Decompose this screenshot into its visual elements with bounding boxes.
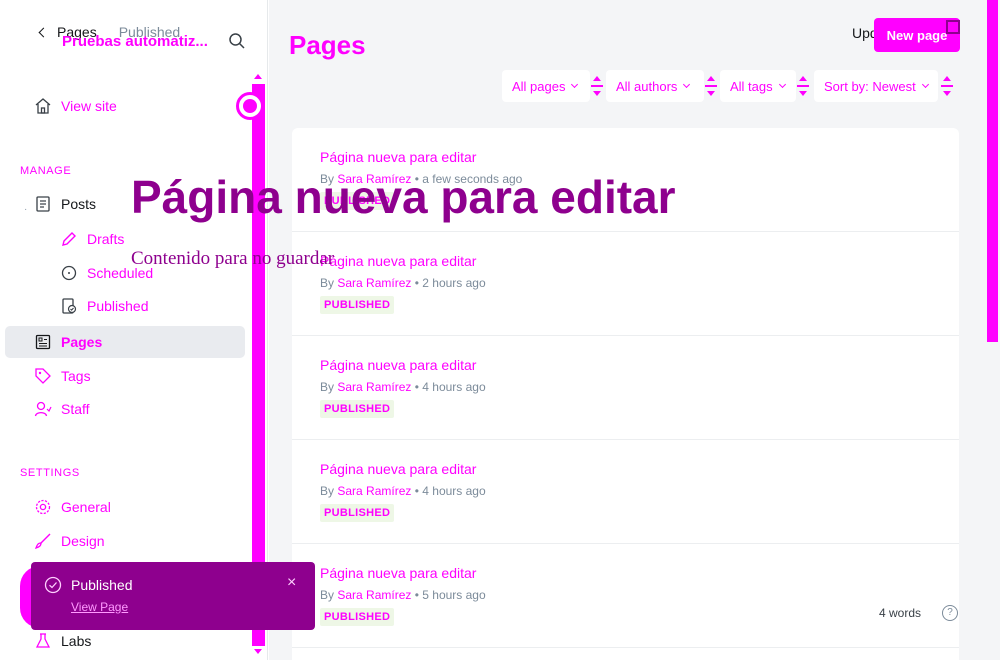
sidebar-item-label: Design [61, 533, 105, 549]
focus-ring-marker [236, 92, 264, 120]
sidebar: Pages Published Pruebas automatiz... Vie… [0, 0, 268, 660]
expand-dot: · [24, 204, 28, 215]
search-icon[interactable] [228, 32, 246, 50]
page-meta: By Sara Ramírez • 5 hours ago [320, 588, 486, 602]
page-meta: By Sara Ramírez • 4 hours ago [320, 484, 486, 498]
toast-notification: Published View Page × [31, 562, 315, 630]
back-chevron-icon [38, 27, 49, 37]
sidebar-item-tags[interactable]: Tags [34, 364, 91, 388]
sidebar-item-label: View site [61, 98, 117, 114]
page-author: Sara Ramírez [337, 276, 412, 290]
filter-stepper-authors[interactable] [705, 72, 717, 100]
page-title: Pages [289, 30, 366, 60]
settings-heading: SETTINGS [20, 467, 80, 479]
brush-icon [34, 533, 51, 550]
page-title-link[interactable]: Página nueva para editar [320, 461, 476, 477]
sidebar-item-label: Staff [61, 401, 90, 417]
sidebar-item-label: General [61, 499, 111, 515]
sidebar-item-general[interactable]: General [34, 495, 111, 519]
page-author: Sara Ramírez [337, 484, 412, 498]
new-page-corner-marker [946, 20, 960, 34]
close-icon[interactable]: × [287, 574, 296, 592]
sidebar-item-labs[interactable]: Labs [34, 629, 91, 653]
gear-icon [35, 499, 51, 515]
editor-title-overlay: Página nueva para editar [131, 171, 676, 223]
main-scrollbar-thumb[interactable] [987, 0, 998, 342]
page-meta: By Sara Ramírez • 2 hours ago [320, 276, 486, 290]
filter-stepper-tags[interactable] [797, 72, 809, 100]
sort-select-label: Sort by: Newest [824, 78, 916, 94]
filter-stepper-pages[interactable] [591, 72, 603, 100]
list-item[interactable]: Página nueva para editar By Sara Ramírez… [292, 544, 959, 648]
sidebar-item-label: Published [87, 298, 149, 314]
sort-stepper[interactable] [941, 72, 953, 100]
page-author: Sara Ramírez [337, 588, 412, 602]
chevron-down-icon [571, 80, 579, 89]
clock-icon [61, 265, 77, 281]
chevron-down-icon [683, 80, 691, 89]
main-scrollbar[interactable] [985, 0, 1000, 660]
check-circle-icon [44, 576, 62, 594]
sidebar-item-posts[interactable]: Posts [34, 192, 96, 216]
filter-all-tags-label: All tags [730, 78, 773, 94]
sidebar-item-label: Posts [61, 196, 97, 212]
flask-icon [35, 633, 51, 648]
sidebar-item-published[interactable]: Published [60, 294, 149, 318]
chevron-down-icon [778, 80, 786, 89]
word-count: 4 words [879, 606, 922, 620]
scroll-up-arrow[interactable] [254, 74, 262, 79]
filter-all-pages[interactable]: All pages [502, 70, 590, 102]
published-doc-icon [62, 298, 77, 314]
filter-all-pages-label: All pages [512, 78, 566, 94]
help-icon[interactable]: ? [942, 605, 958, 621]
sidebar-item-pages[interactable]: Pages [34, 330, 102, 354]
sidebar-item-design[interactable]: Design [34, 529, 105, 553]
status-badge: PUBLISHED [320, 608, 395, 626]
scroll-down-arrow[interactable] [254, 649, 262, 654]
page-meta: By Sara Ramírez • 4 hours ago [320, 380, 486, 394]
chevron-down-icon [921, 80, 929, 89]
list-item[interactable]: Página nueva para editar By Sara Ramírez… [292, 232, 959, 336]
page-author: Sara Ramírez [337, 380, 412, 394]
tag-icon [35, 368, 51, 384]
sidebar-item-label: Pages [61, 334, 103, 350]
pencil-icon [62, 232, 76, 246]
pages-icon [35, 334, 51, 350]
manage-heading: MANAGE [20, 165, 72, 177]
toast-title: Published [71, 577, 133, 593]
sidebar-item-staff[interactable]: Staff [34, 397, 90, 421]
staff-icon [34, 401, 52, 417]
page-title-link[interactable]: Página nueva para editar [320, 357, 476, 373]
sort-select[interactable]: Sort by: Newest [814, 70, 938, 102]
page-title-link[interactable]: Página nueva para editar [320, 253, 476, 269]
list-item[interactable]: Página nueva para editar By Sara Ramírez… [292, 440, 959, 544]
list-item[interactable]: Página nueva para editar By Sara Ramírez… [292, 336, 959, 440]
sidebar-item-drafts[interactable]: Drafts [60, 227, 124, 251]
sidebar-item-label: Drafts [87, 231, 125, 247]
posts-icon [36, 196, 50, 212]
home-icon [35, 98, 51, 114]
sidebar-item-label: Labs [61, 633, 92, 649]
status-badge: PUBLISHED [320, 400, 395, 418]
site-name[interactable]: Pruebas automatiz... [62, 33, 208, 50]
sidebar-item-view-site[interactable]: View site [34, 94, 117, 118]
status-badge: PUBLISHED [320, 504, 395, 522]
toast-view-page-link[interactable]: View Page [71, 600, 128, 614]
filter-all-authors[interactable]: All authors [606, 70, 704, 102]
page-title-link[interactable]: Página nueva para editar [320, 565, 476, 581]
filter-all-tags[interactable]: All tags [720, 70, 796, 102]
status-badge: PUBLISHED [320, 296, 395, 314]
page-title-link[interactable]: Página nueva para editar [320, 149, 476, 165]
filter-all-authors-label: All authors [616, 78, 678, 94]
editor-body-overlay: Contenido para no guardar [131, 248, 335, 269]
sidebar-item-label: Tags [61, 368, 91, 384]
